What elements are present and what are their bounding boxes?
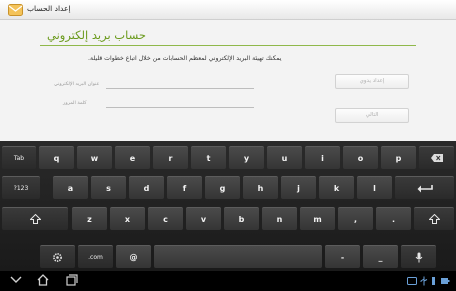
key-y[interactable]: y	[229, 146, 264, 169]
key-dash[interactable]: -	[325, 245, 360, 268]
key-c[interactable]: c	[148, 207, 183, 230]
key-h[interactable]: h	[243, 176, 278, 199]
key-v[interactable]: v	[186, 207, 221, 230]
email-field[interactable]	[106, 88, 254, 89]
key-p[interactable]: p	[381, 146, 416, 169]
password-field[interactable]	[106, 107, 254, 108]
key-symbols[interactable]: ?123	[2, 176, 40, 199]
title-bar: إعداد الحساب	[0, 0, 456, 20]
shift-arrow-icon	[428, 214, 440, 224]
backspace-icon	[430, 154, 443, 162]
key-z[interactable]: z	[72, 207, 107, 230]
key-q[interactable]: q	[39, 146, 74, 169]
key-w[interactable]: w	[77, 146, 112, 169]
key-f[interactable]: f	[167, 176, 202, 199]
setup-description: يمكنك تهيئة البريد الإلكتروني لمعظم الحس…	[88, 55, 282, 62]
recent-apps-icon[interactable]	[66, 274, 78, 286]
key-t[interactable]: t	[191, 146, 226, 169]
email-field-label: عنوان البريد الإلكتروني	[54, 82, 100, 87]
key-m[interactable]: m	[300, 207, 335, 230]
key-settings[interactable]	[40, 245, 75, 268]
key-comma[interactable]: ,	[338, 207, 373, 230]
key-underscore[interactable]: _	[363, 245, 398, 268]
key-tab[interactable]: Tab	[2, 146, 36, 169]
email-setup-screen: إعداد الحساب حساب بريد إلكتروني يمكنك ته…	[0, 0, 456, 141]
system-navigation-bar	[0, 271, 456, 291]
key-g[interactable]: g	[205, 176, 240, 199]
password-field-label: كلمة المرور	[63, 101, 87, 106]
key-e[interactable]: e	[115, 146, 150, 169]
title-divider	[40, 45, 416, 46]
key-shift-right[interactable]	[414, 207, 454, 230]
key-b[interactable]: b	[224, 207, 259, 230]
next-button[interactable]: التالي	[335, 108, 409, 123]
key-period[interactable]: .	[376, 207, 411, 230]
key-at[interactable]: @	[116, 245, 151, 268]
key-backspace[interactable]	[419, 146, 454, 169]
key-mic[interactable]	[401, 245, 436, 268]
battery-icon	[441, 278, 450, 284]
soft-keyboard: Tab q w e r t y u i o p ?123 a s d f g h…	[0, 141, 456, 271]
keyboard-indicator-icon	[407, 277, 417, 285]
key-dotcom[interactable]: .com	[78, 245, 113, 268]
microphone-icon	[415, 252, 422, 262]
page-title: حساب بريد إلكتروني	[47, 28, 146, 42]
enter-arrow-icon	[417, 184, 433, 192]
key-enter[interactable]	[395, 176, 454, 199]
key-i[interactable]: i	[305, 146, 340, 169]
key-n[interactable]: n	[262, 207, 297, 230]
status-area[interactable]	[407, 274, 450, 288]
email-envelope-icon	[8, 4, 23, 16]
shift-arrow-icon	[29, 214, 41, 224]
key-space[interactable]	[154, 245, 322, 268]
usb-icon	[420, 276, 428, 286]
key-shift-left[interactable]	[2, 207, 68, 230]
key-s[interactable]: s	[91, 176, 126, 199]
signal-icon	[432, 277, 435, 285]
key-x[interactable]: x	[110, 207, 145, 230]
key-u[interactable]: u	[267, 146, 302, 169]
key-j[interactable]: j	[281, 176, 316, 199]
home-icon[interactable]	[37, 274, 49, 286]
back-chevron-icon[interactable]	[10, 275, 22, 285]
key-r[interactable]: r	[153, 146, 188, 169]
key-d[interactable]: d	[129, 176, 164, 199]
manual-setup-button[interactable]: إعداد يدوي	[335, 74, 409, 89]
key-o[interactable]: o	[343, 146, 378, 169]
window-title: إعداد الحساب	[27, 4, 71, 13]
key-l[interactable]: l	[357, 176, 392, 199]
key-k[interactable]: k	[319, 176, 354, 199]
key-a[interactable]: a	[53, 176, 88, 199]
gear-icon	[53, 252, 62, 262]
